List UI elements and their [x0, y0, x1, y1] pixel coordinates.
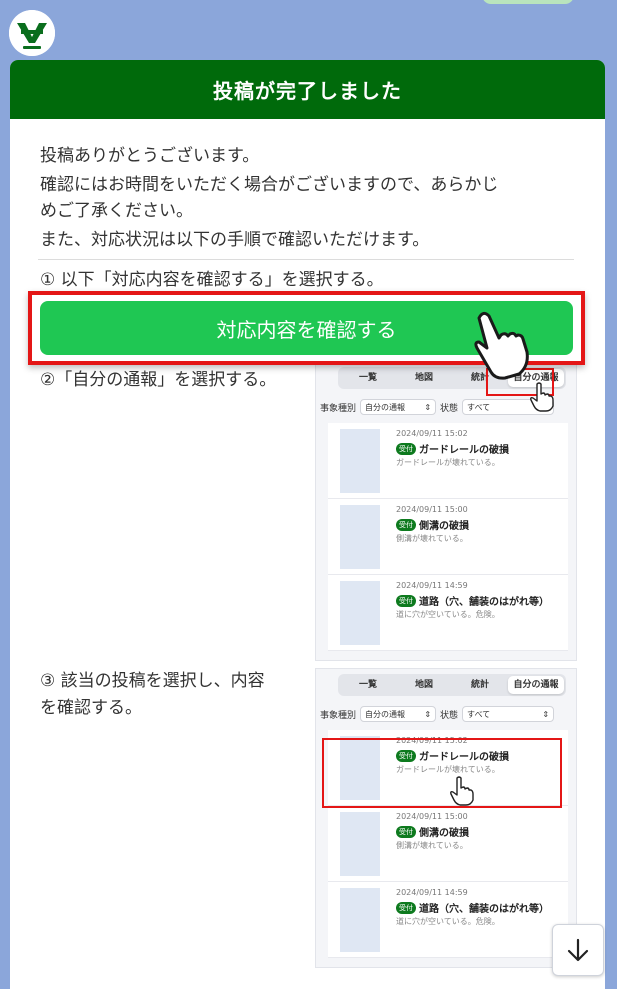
- report-item: 2024/09/11 15:02 受付 ガードレールの破損 ガードレールが壊れてい…: [328, 423, 568, 499]
- report-list: 2024/09/11 15:02 受付 ガードレールの破損 ガードレールが壊れてい…: [328, 423, 568, 651]
- type-filter-select: 自分の通報 ⇕: [360, 706, 437, 722]
- report-title: 受付 側溝の破損: [396, 517, 469, 532]
- status-badge: 受付: [396, 825, 416, 838]
- status-badge: 受付: [396, 442, 416, 455]
- type-filter-label: 事象種別: [320, 403, 357, 414]
- type-filter-value: 自分の通報: [365, 709, 406, 719]
- divider: [38, 259, 574, 260]
- report-time: 2024/09/11 15:00: [396, 812, 468, 821]
- step-3-line2: を確認する。: [40, 698, 142, 718]
- type-filter-select: 自分の通報 ⇕: [360, 399, 437, 415]
- status-badge: 受付: [396, 901, 416, 914]
- hand-pointer-icon: [530, 382, 554, 412]
- status-badge: 受付: [396, 518, 416, 531]
- status-filter-label: 状態: [440, 403, 459, 414]
- report-thumbnail: [340, 888, 380, 952]
- status-filter-value: すべて: [467, 709, 491, 719]
- report-title-text: 側溝の破損: [419, 521, 469, 532]
- step-1: ① 以下「対応内容を確認する」を選択する。: [40, 270, 384, 290]
- status-filter-value: すべて: [467, 402, 491, 412]
- chevron-updown-icon: ⇕: [424, 402, 432, 412]
- report-thumbnail: [340, 812, 380, 876]
- status-filter-label: 状態: [440, 710, 459, 721]
- app-preview-select-report: 一覧 地図 統計 自分の通報 事象種別 自分の通報 ⇕ 状態 すべて ⇕ 202…: [315, 668, 577, 968]
- card-header: 投稿が完了しました: [10, 60, 605, 119]
- scroll-down-button[interactable]: [552, 924, 604, 976]
- report-time: 2024/09/11 14:59: [396, 581, 468, 590]
- report-desc: 側溝が壊れている。: [396, 534, 468, 543]
- city-logo-icon: [9, 10, 55, 56]
- report-thumbnail: [340, 581, 380, 645]
- report-title: 受付 側溝の破損: [396, 824, 469, 839]
- top-pill-button[interactable]: [482, 0, 574, 4]
- report-time: 2024/09/11 14:59: [396, 888, 468, 897]
- step-2: ②「自分の通報」を選択する。: [40, 370, 277, 390]
- intro-thanks: 投稿ありがとうございます。: [40, 146, 260, 166]
- tab-list: 一覧: [358, 373, 377, 383]
- tab-list: 一覧: [358, 680, 377, 690]
- tab-map: 地図: [414, 373, 433, 383]
- intro-notice-line2: めご了承ください。: [40, 201, 193, 221]
- report-desc: 側溝が壊れている。: [396, 841, 468, 850]
- report-title: 受付 道路（穴、舗装のはがれ等）: [396, 900, 549, 915]
- report-item: 2024/09/11 14:59 受付 道路（穴、舗装のはがれ等） 道に穴が空いて…: [328, 882, 568, 958]
- chevron-updown-icon: ⇕: [542, 709, 550, 719]
- tab-bar: 一覧 地図 統計 自分の通報: [338, 674, 566, 696]
- arrow-down-icon: [567, 938, 589, 962]
- type-filter-value: 自分の通報: [365, 402, 406, 412]
- report-thumbnail: [340, 429, 380, 493]
- report-title-text: 道路（穴、舗装のはがれ等）: [419, 597, 549, 608]
- report-item: 2024/09/11 15:00 受付 側溝の破損 側溝が壊れている。: [328, 806, 568, 882]
- intro-notice-line1: 確認にはお時間をいただく場合がございますので、あらかじ: [40, 175, 499, 195]
- report-title-text: 側溝の破損: [419, 828, 469, 839]
- report-title-text: ガードレールの破損: [419, 445, 509, 456]
- filter-bar: 事象種別 自分の通報 ⇕ 状態 すべて ⇕: [316, 702, 576, 726]
- type-filter-label: 事象種別: [320, 710, 357, 721]
- report-desc: 道に穴が空いている。危険。: [396, 917, 500, 926]
- hand-pointer-icon: [450, 776, 474, 806]
- report-desc: ガードレールが壊れている。: [396, 458, 500, 467]
- selected-report-highlight: [322, 738, 562, 808]
- tab-stats: 統計: [470, 680, 489, 690]
- status-badge: 受付: [396, 594, 416, 607]
- report-desc: 道に穴が空いている。危険。: [396, 610, 500, 619]
- report-item: 2024/09/11 15:00 受付 側溝の破損 側溝が壊れている。: [328, 499, 568, 575]
- report-item: 2024/09/11 14:59 受付 道路（穴、舗装のはがれ等） 道に穴が空いて…: [328, 575, 568, 651]
- hand-pointer-icon: [474, 311, 529, 380]
- intro-procedure: また、対応状況は以下の手順で確認いただけます。: [40, 230, 430, 250]
- tab-map: 地図: [414, 680, 433, 690]
- report-time: 2024/09/11 15:02: [396, 429, 468, 438]
- report-title: 受付 ガードレールの破損: [396, 441, 509, 456]
- report-title: 受付 道路（穴、舗装のはがれ等）: [396, 593, 549, 608]
- chevron-updown-icon: ⇕: [424, 709, 432, 719]
- completion-message-card: 投稿が完了しました 投稿ありがとうございます。 確認にはお時間をいただく場合がご…: [10, 60, 605, 989]
- step-3-line1: ③ 該当の投稿を選択し、内容: [40, 671, 265, 691]
- report-thumbnail: [340, 505, 380, 569]
- avatar: [9, 10, 55, 56]
- status-filter-select: すべて ⇕: [462, 706, 555, 722]
- tab-my-reports: 自分の通報: [508, 676, 564, 694]
- report-time: 2024/09/11 15:00: [396, 505, 468, 514]
- report-title-text: 道路（穴、舗装のはがれ等）: [419, 904, 549, 915]
- card-title: 投稿が完了しました: [213, 79, 402, 103]
